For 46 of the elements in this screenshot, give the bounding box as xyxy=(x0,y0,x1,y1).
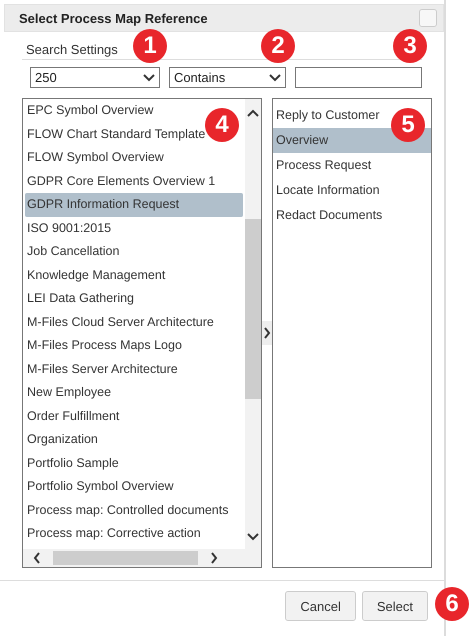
header-checkbox[interactable] xyxy=(419,9,437,27)
list-item[interactable]: Redact Documents xyxy=(276,208,382,222)
list-item[interactable]: Process map: Controlled documents xyxy=(27,502,228,516)
search-field[interactable] xyxy=(295,67,422,88)
scroll-right-icon[interactable] xyxy=(210,552,218,564)
list-item[interactable]: Job Cancellation xyxy=(27,244,120,258)
list-item[interactable]: Order Fulfillment xyxy=(27,408,120,422)
list-item[interactable]: FLOW Symbol Overview xyxy=(27,150,164,164)
chevron-down-icon xyxy=(269,74,281,82)
dialog-title: Select Process Map Reference xyxy=(19,10,208,26)
list-item[interactable]: Organization xyxy=(27,432,98,446)
list-item[interactable]: GDPR Core Elements Overview 1 xyxy=(27,174,216,188)
list-item[interactable]: M-Files Server Architecture xyxy=(27,362,178,376)
horizontal-scrollbar[interactable] xyxy=(23,549,261,567)
list-item[interactable]: EPC Symbol Overview xyxy=(27,103,154,117)
list-item[interactable]: Overview xyxy=(276,133,328,147)
list-item[interactable]: Reply to Customer xyxy=(276,108,380,122)
list-item[interactable]: M-Files Cloud Server Architecture xyxy=(27,314,214,328)
list-item[interactable]: M-Files Process Maps Logo xyxy=(27,338,182,352)
list-item[interactable]: Portfolio Sample xyxy=(27,456,119,470)
callout-badge: 3 xyxy=(393,29,427,63)
list-item[interactable]: FLOW Chart Standard Template xyxy=(27,126,206,140)
callout-badge: 6 xyxy=(435,587,469,621)
list-item[interactable]: ISO 9001:2015 xyxy=(27,220,112,234)
list-item[interactable]: Locate Information xyxy=(276,183,380,197)
list-item[interactable]: Process Request xyxy=(276,158,372,172)
callout-badge: 5 xyxy=(391,108,425,142)
limit-dropdown[interactable]: 250 xyxy=(30,67,160,88)
cancel-button[interactable]: Cancel xyxy=(285,591,356,621)
chevron-down-icon xyxy=(142,74,155,82)
list-item[interactable]: LEI Data Gathering xyxy=(27,291,134,305)
callout-badge: 4 xyxy=(205,108,239,142)
expand-button[interactable] xyxy=(262,321,272,345)
list-item[interactable]: Knowledge Management xyxy=(27,268,166,282)
callout-badge: 2 xyxy=(261,29,295,63)
list-item[interactable]: Portfolio Symbol Overview xyxy=(27,479,174,493)
select-button[interactable]: Select xyxy=(362,591,428,621)
list-item[interactable]: Process map: Corrective action xyxy=(27,526,201,540)
scroll-up-icon xyxy=(247,109,259,117)
callout-badge: 1 xyxy=(133,29,167,63)
scroll-down-icon xyxy=(247,533,259,541)
match-dropdown[interactable]: Contains xyxy=(168,67,286,88)
chevron-right-icon[interactable] xyxy=(263,327,271,339)
scroll-left-icon[interactable] xyxy=(33,552,41,564)
list-item[interactable]: New Employee xyxy=(27,385,112,399)
vertical-scrollbar[interactable] xyxy=(245,99,261,549)
